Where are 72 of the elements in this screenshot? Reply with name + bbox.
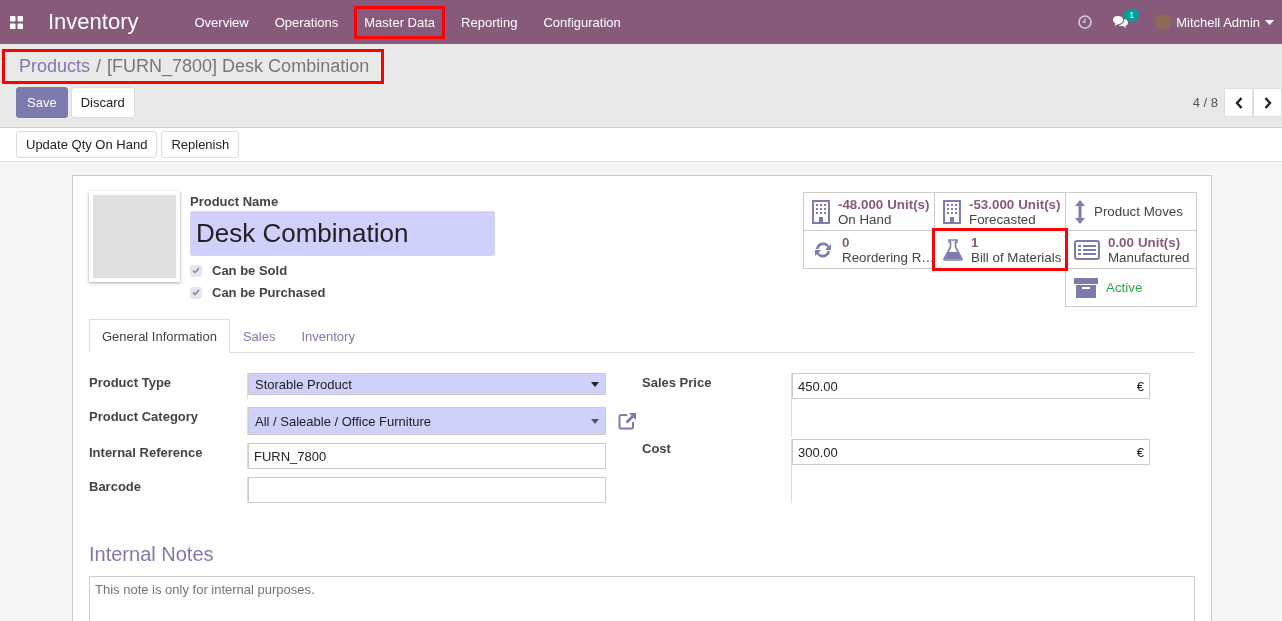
action-button[interactable]: Replenish <box>161 131 240 158</box>
stat-unit: Unit(s) <box>1137 234 1181 250</box>
price-field[interactable]: 300.00 € <box>792 439 1150 465</box>
external-link-icon <box>618 412 637 430</box>
stat-label: Reordering R… <box>842 249 935 265</box>
stat-value: 0.00 <box>1108 234 1134 250</box>
checkbox[interactable] <box>190 286 202 299</box>
notes-field[interactable]: This note is only for internal purposes. <box>89 576 1195 621</box>
user-menu[interactable]: Mitchell Admin <box>1155 14 1274 30</box>
menu-item[interactable]: Operations <box>264 5 349 39</box>
input-field[interactable] <box>248 477 606 503</box>
checkbox[interactable] <box>190 264 202 277</box>
stat-label: Active <box>1106 280 1143 295</box>
stat-label: Forecasted <box>969 211 1036 227</box>
caret-icon <box>1265 19 1274 25</box>
next-button[interactable] <box>1253 88 1282 117</box>
menu-item[interactable]: Master Data <box>354 5 446 39</box>
stat-value: 1 <box>971 234 979 250</box>
stat-label: Manufactured <box>1108 249 1190 265</box>
stat-value: -53.000 <box>969 196 1015 212</box>
pager-value: 4 / 8 <box>1192 95 1218 110</box>
caret-icon <box>591 381 599 387</box>
building-icon <box>812 199 830 224</box>
breadcrumb-separator: / <box>96 56 102 77</box>
list-icon <box>1074 238 1100 261</box>
stat-label: Product Moves <box>1094 204 1183 219</box>
section-title: Internal Notes <box>89 543 215 566</box>
chevron-left-icon <box>1234 96 1243 109</box>
checkbox-label: Can be Sold <box>212 263 288 278</box>
menu-item[interactable]: Overview <box>184 5 259 39</box>
clock-icon <box>1078 15 1093 29</box>
field-label: Cost <box>642 439 792 503</box>
menu-item[interactable]: Reporting <box>451 5 528 39</box>
save-button[interactable]: Save <box>16 87 68 118</box>
chevron-right-icon <box>1263 96 1272 109</box>
tab[interactable]: Sales <box>229 319 289 353</box>
stat-button[interactable]: -48.000 Unit(s) On Hand <box>803 192 935 231</box>
input-field[interactable]: FURN_7800 <box>248 443 606 469</box>
message-count-badge: 1 <box>1124 9 1140 21</box>
stat-value: 0 <box>842 234 850 250</box>
app-title: Inventory <box>48 9 139 35</box>
chat-icon <box>1112 15 1130 29</box>
avatar-placeholder <box>1155 14 1172 30</box>
menu-item[interactable]: Configuration <box>533 5 631 39</box>
action-button[interactable]: Update Qty On Hand <box>16 131 158 158</box>
stat-button[interactable]: Product Moves <box>1065 192 1197 231</box>
flask-icon <box>943 238 963 261</box>
field-label: Sales Price <box>642 373 792 437</box>
previous-button[interactable] <box>1224 88 1253 117</box>
stat-value: -48.000 <box>838 196 884 212</box>
breadcrumb-current: [FURN_7800] Desk Combination <box>107 56 370 77</box>
archive-box-icon <box>1074 276 1098 299</box>
stat-label: Bill of Materials <box>971 249 1062 265</box>
product-name-field[interactable]: Desk Combination <box>190 211 495 256</box>
tab[interactable]: General Information <box>89 319 230 353</box>
price-field[interactable]: 450.00 € <box>792 373 1150 399</box>
checkbox-label: Can be Purchased <box>212 285 326 300</box>
tab[interactable]: Inventory <box>288 319 368 353</box>
stat-unit: Unit(s) <box>1018 196 1061 212</box>
caret-icon <box>591 418 599 424</box>
stat-button[interactable]: 1 Bill of Materials <box>934 230 1066 269</box>
vertical-arrow-icon <box>1074 198 1086 225</box>
field-label: Product Name <box>190 194 280 209</box>
dropdown-field[interactable]: Storable Product <box>248 373 606 395</box>
stat-button[interactable]: 0 Reordering R… <box>803 230 935 269</box>
apps-menu-icon <box>10 15 23 29</box>
discard-button[interactable]: Discard <box>70 87 135 118</box>
stat-unit: Unit(s) <box>887 196 930 212</box>
building-icon <box>943 199 961 224</box>
stat-label: On Hand <box>838 211 892 227</box>
user-name: Mitchell Admin <box>1176 14 1260 30</box>
dropdown-field[interactable]: All / Saleable / Office Furniture <box>248 407 606 435</box>
